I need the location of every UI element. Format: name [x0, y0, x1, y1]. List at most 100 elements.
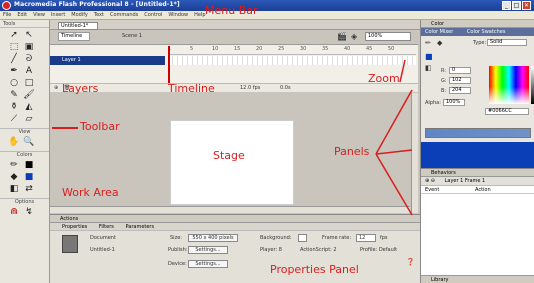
minimize-button[interactable]: _ [502, 1, 511, 10]
alpha-input[interactable]: 100% [443, 99, 465, 106]
type-select[interactable]: Solid [487, 39, 527, 46]
publish-settings-button[interactable]: Settings... [188, 246, 228, 254]
stroke-color-icon[interactable]: ✏ [425, 39, 431, 47]
document-tab[interactable]: Untitled-1* [58, 22, 98, 30]
edit-symbol-icon[interactable]: ◈ [351, 32, 357, 41]
menu-view[interactable]: View [33, 11, 45, 19]
device-settings-button[interactable]: Settings... [188, 260, 228, 268]
add-behavior-icon[interactable]: ⊕ [425, 178, 429, 184]
ink-bottle-tool-icon[interactable]: ⚱ [8, 102, 20, 113]
frame-cells[interactable] [168, 56, 416, 65]
menu-control[interactable]: Control [144, 11, 162, 19]
subselection-tool-icon[interactable]: ↖ [23, 30, 35, 41]
stage[interactable] [170, 120, 294, 205]
tab-properties[interactable]: Properties [62, 224, 87, 230]
tab-color-mixer[interactable]: Color Mixer [425, 29, 453, 35]
pencil-tool-icon[interactable]: ✎ [8, 90, 20, 101]
paint-bucket-tool-icon[interactable]: ◭ [23, 102, 35, 113]
size-button[interactable]: 550 x 400 pixels [188, 234, 238, 242]
stage-annotation: Stage [213, 149, 245, 162]
smooth-icon[interactable]: ↯ [23, 207, 35, 218]
menu-help[interactable]: Help [194, 11, 205, 19]
timeline-status-bar: ⊕ 🗑 12.0 fps 0.0s [50, 83, 418, 92]
pen-tool-icon[interactable]: ✒ [8, 66, 20, 77]
zoom-select[interactable]: 100% [365, 32, 411, 41]
layer-row[interactable]: Layer 1 [50, 56, 165, 65]
properties-body: Document Untitled-1 Size: 550 x 400 pixe… [50, 231, 420, 281]
r-input[interactable]: 0 [449, 67, 471, 74]
brush-tool-icon[interactable]: 🖌 [23, 90, 35, 101]
work-area-annotation: Work Area [62, 186, 119, 199]
stroke-color-icon[interactable]: ✏ [8, 160, 20, 171]
zoom-tool-icon[interactable]: 🔍 [23, 137, 35, 148]
menu-bar-annotation: Menu Bar [205, 4, 258, 17]
r-label: R: [441, 68, 447, 74]
tab-filters[interactable]: Filters [99, 224, 114, 230]
properties-tabs: Properties Filters Parameters [50, 223, 420, 231]
gradient-tool-icon[interactable]: ▣ [23, 42, 35, 53]
b-input[interactable]: 204 [449, 87, 471, 94]
oval-tool-icon[interactable]: ○ [8, 78, 20, 89]
frame-rate-input[interactable]: 12 [356, 234, 376, 242]
properties-panel: Actions Properties Filters Parameters Do… [50, 214, 420, 283]
behaviors-columns: Event Action [421, 186, 534, 194]
color-spectrum[interactable] [489, 66, 529, 104]
free-transform-tool-icon[interactable]: ⬚ [8, 42, 20, 53]
color-mixer: ✏ ◆ Type: Solid ■ ◧ R: 0 G: 102 B: 204 A… [421, 36, 534, 142]
menu-modify[interactable]: Modify [71, 11, 88, 19]
menu-text[interactable]: Text [94, 11, 104, 19]
document-tab-bar: Untitled-1* [50, 20, 420, 30]
maximize-button[interactable]: □ [512, 1, 521, 10]
g-input[interactable]: 102 [449, 77, 471, 84]
tab-parameters[interactable]: Parameters [125, 224, 154, 230]
hand-tool-icon[interactable]: ✋ [8, 137, 20, 148]
rectangle-tool-icon[interactable]: □ [23, 78, 35, 89]
frame-number: 45 [366, 46, 373, 52]
black-white-icon[interactable]: ◧ [8, 184, 20, 195]
player-version: Player: 8 [260, 247, 282, 253]
menu-edit[interactable]: Edit [17, 11, 27, 19]
insert-layer-icon[interactable]: ⊕ [54, 85, 58, 91]
hex-input[interactable]: #0066CC [485, 108, 529, 115]
vertical-scrollbar[interactable] [411, 93, 418, 213]
library-panel-header[interactable]: Library [421, 275, 534, 283]
fill-swatch-icon[interactable]: ■ [425, 52, 433, 61]
scene-label[interactable]: Scene 1 [122, 33, 142, 39]
tab-color-swatches[interactable]: Color Swatches [467, 29, 506, 35]
tools-view-label: View [0, 128, 49, 135]
snap-magnet-icon[interactable]: ⋒ [8, 207, 20, 218]
color-panel-header[interactable]: Color [421, 20, 534, 28]
eraser-tool-icon[interactable]: ▱ [23, 114, 35, 125]
text-tool-icon[interactable]: A [23, 66, 35, 77]
properties-panel-annotation: Properties Panel [270, 263, 359, 276]
horizontal-scrollbar[interactable] [50, 206, 410, 213]
fill-color-icon[interactable]: ◆ [437, 39, 442, 47]
eyedropper-tool-icon[interactable]: ⟋ [8, 114, 20, 125]
window-controls: _ □ ✕ [502, 1, 531, 10]
menu-file[interactable]: File [3, 11, 11, 19]
frame-ruler: 1 5 10 15 20 25 30 35 40 45 50 [168, 46, 416, 55]
menu-window[interactable]: Window [168, 11, 188, 19]
timeline: 1 5 10 15 20 25 30 35 40 45 50 Layer 1 ⊕… [50, 44, 418, 92]
fill-swatch-icon[interactable]: ■ [23, 172, 35, 183]
tools-header: Tools [0, 20, 49, 28]
lasso-tool-icon[interactable]: ᘐ [23, 54, 35, 65]
stroke-swatch-icon[interactable]: ■ [23, 160, 35, 171]
close-button[interactable]: ✕ [522, 1, 531, 10]
menu-insert[interactable]: Insert [51, 11, 65, 19]
background-color-swatch[interactable] [298, 234, 307, 242]
black-white-icon[interactable]: ◧ [425, 64, 432, 72]
menu-commands[interactable]: Commands [110, 11, 138, 19]
frame-number: 15 [234, 46, 241, 52]
timeline-toggle[interactable]: Timeline [58, 32, 90, 41]
layer-name: Layer 1 [62, 57, 81, 63]
behaviors-panel-header[interactable]: Behaviors [421, 169, 534, 177]
edit-scene-icon[interactable]: 🎬 [337, 32, 347, 41]
remove-behavior-icon[interactable]: ⊖ [431, 178, 435, 184]
actions-panel-header[interactable]: Actions [50, 215, 420, 223]
selection-tool-icon[interactable]: ➚ [8, 30, 20, 41]
help-icon[interactable]: ❓ [406, 258, 415, 266]
swap-colors-icon[interactable]: ⇄ [23, 184, 35, 195]
line-tool-icon[interactable]: ╱ [8, 54, 20, 65]
fill-color-icon[interactable]: ◆ [8, 172, 20, 183]
